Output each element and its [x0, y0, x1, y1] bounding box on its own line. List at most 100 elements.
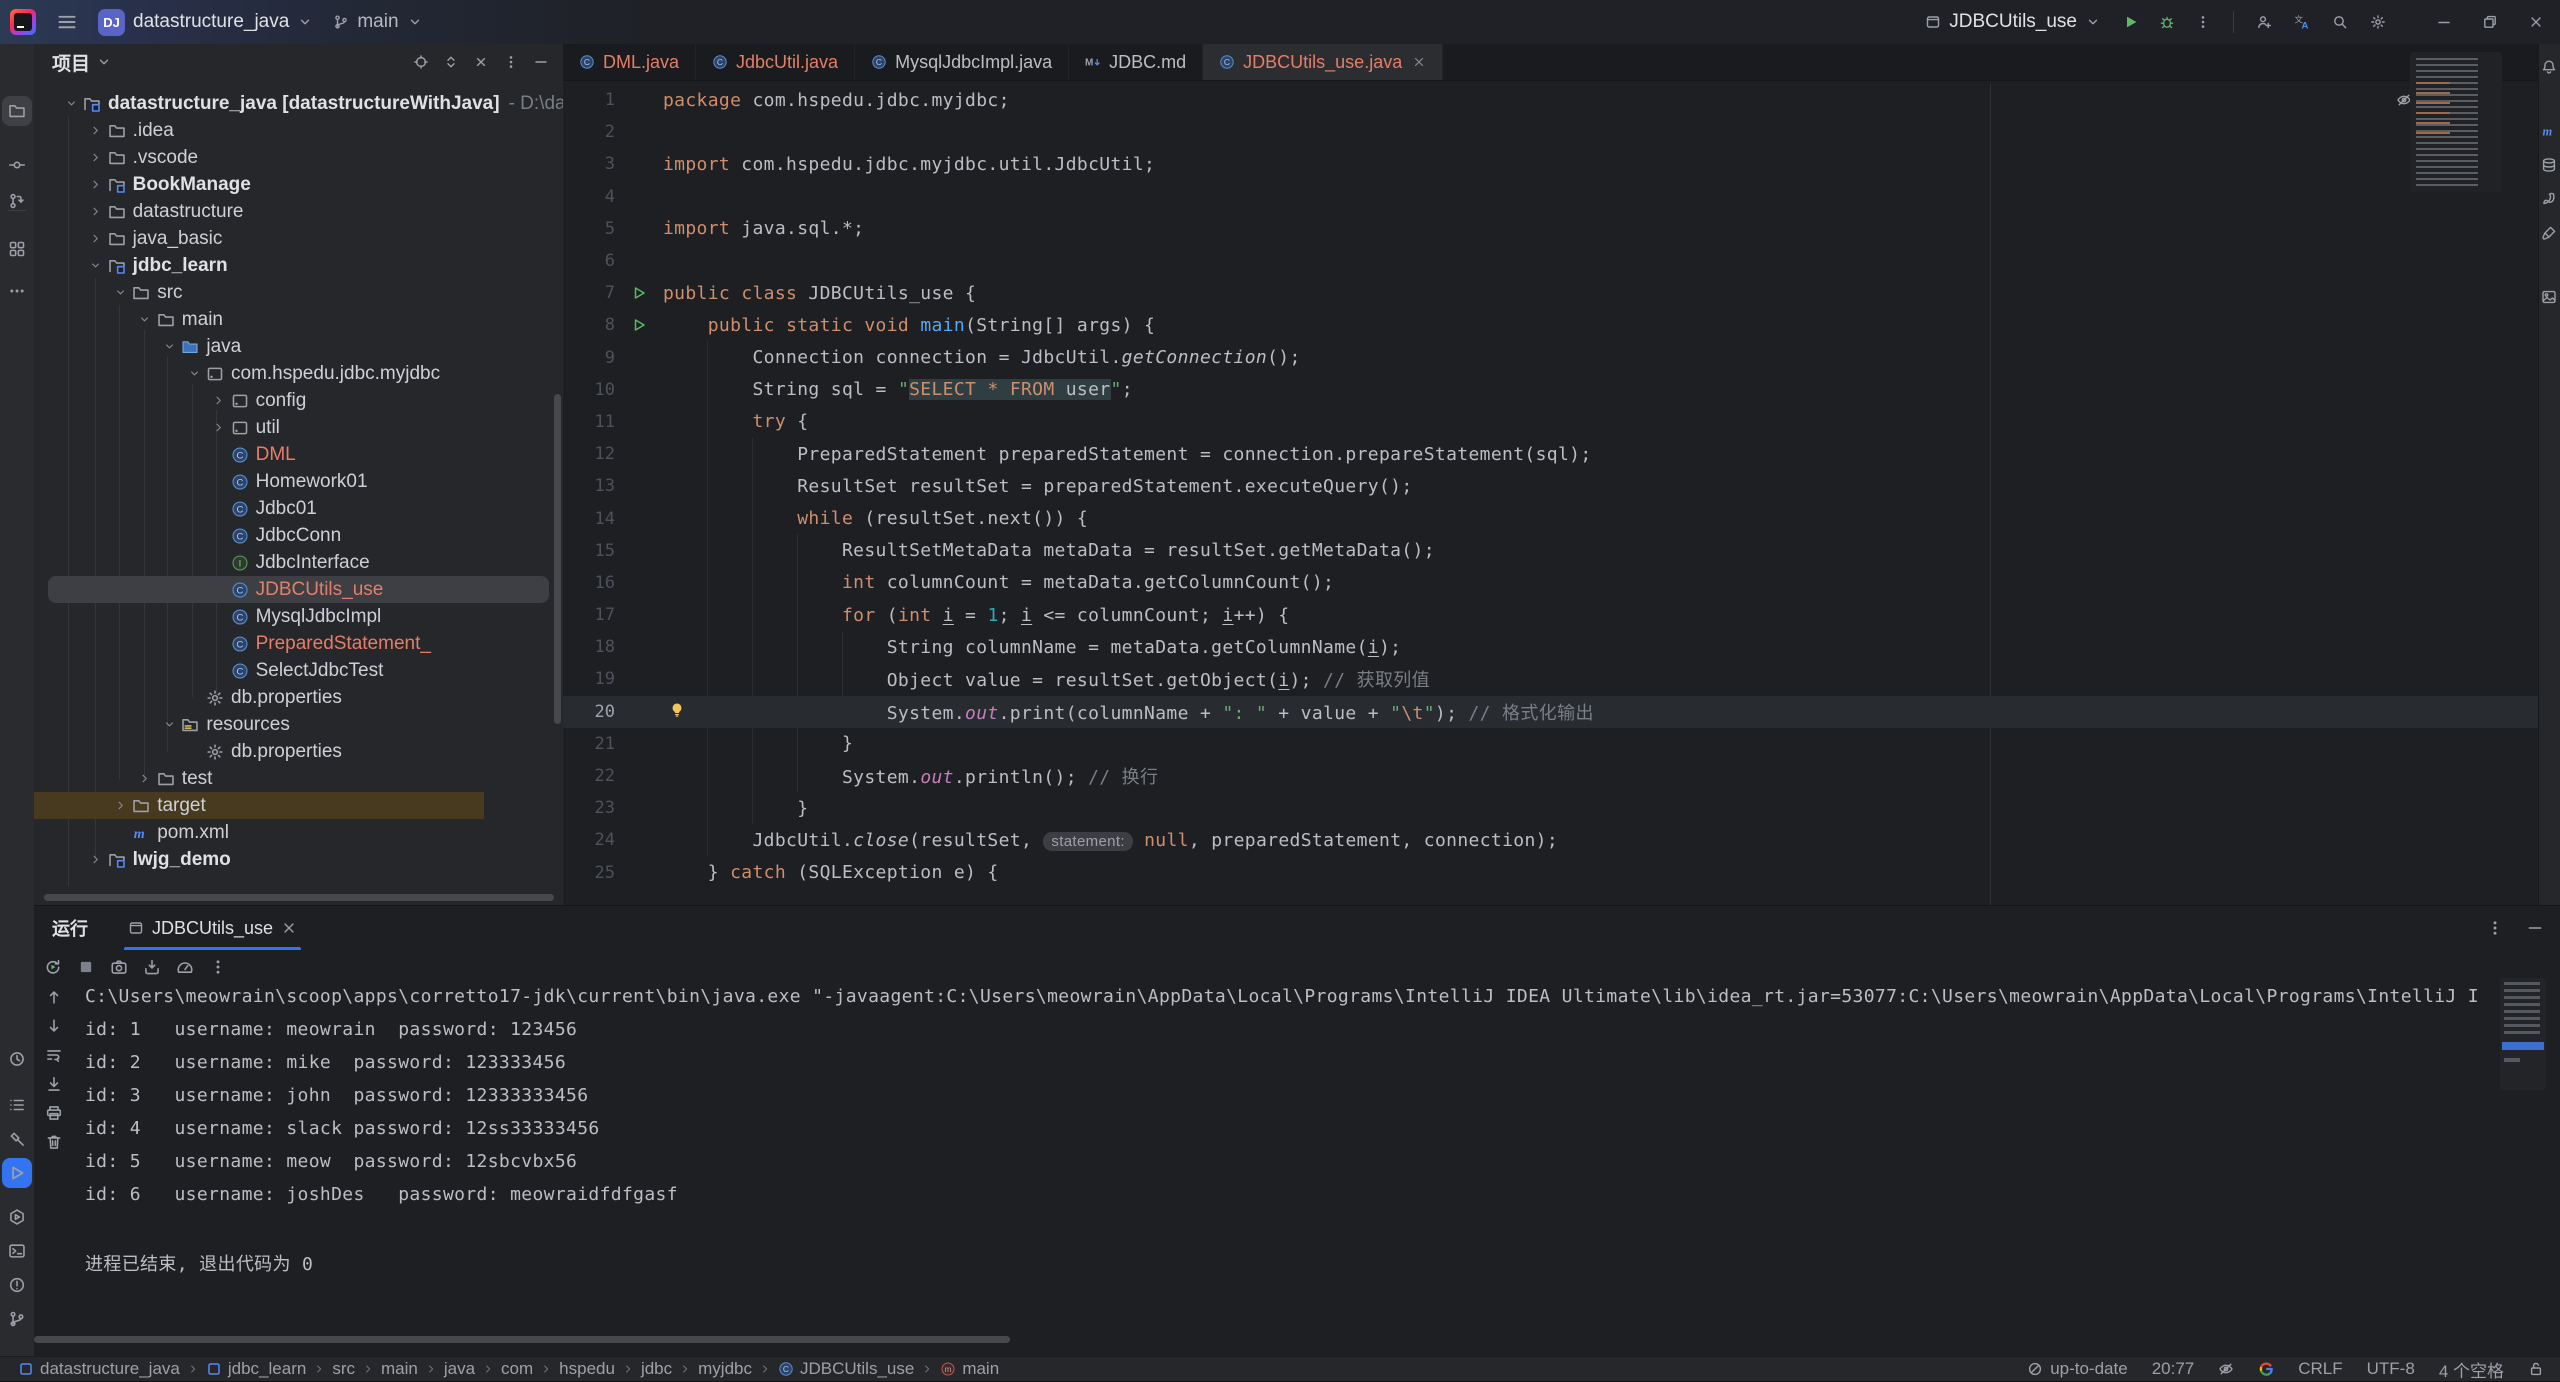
hide-panel-icon[interactable]: [2526, 919, 2544, 937]
editor-tab-JDBCUtils_use.java[interactable]: CJDBCUtils_use.java: [1203, 44, 1443, 80]
status-widget-eye-slash[interactable]: [2218, 1361, 2234, 1377]
tool-stripe-services[interactable]: [2, 1202, 32, 1232]
code-line-5[interactable]: 5import java.sql.*;: [563, 213, 2538, 245]
status-widget-lock[interactable]: [2528, 1361, 2544, 1377]
chevron-down-icon[interactable]: [159, 340, 179, 353]
rerun-icon[interactable]: [44, 958, 62, 976]
tool-stripe-gradle[interactable]: [2538, 188, 2560, 210]
tool-stripe-maven[interactable]: m: [2538, 120, 2560, 142]
more-v-icon[interactable]: [503, 54, 519, 70]
editor-tab-MysqlJdbcImpl.java[interactable]: CMysqlJdbcImpl.java: [855, 44, 1069, 80]
tool-stripe-folder[interactable]: [2, 96, 32, 126]
editor-tab-JDBC.md[interactable]: MJDBC.md: [1069, 44, 1203, 80]
crosshair-icon[interactable]: [413, 54, 429, 70]
tool-stripe-bell[interactable]: [2538, 56, 2560, 78]
trash-icon[interactable]: [45, 1133, 63, 1151]
tree-item-com.hspedu.jdbc.myjdbc[interactable]: com.hspedu.jdbc.myjdbc: [34, 360, 563, 387]
chevron-down-icon[interactable]: [159, 718, 179, 731]
console-horizontal-scrollbar[interactable]: [34, 1336, 1010, 1343]
breadcrumb-java[interactable]: java: [444, 1359, 475, 1379]
tree-item-util[interactable]: util: [34, 414, 563, 441]
chevron-right-icon[interactable]: [86, 124, 106, 137]
tool-stripe-structure[interactable]: [2, 234, 32, 264]
chevron-down-icon[interactable]: [135, 313, 155, 326]
tree-item-Homework01[interactable]: CHomework01: [34, 468, 563, 495]
close-icon[interactable]: [2528, 14, 2544, 30]
tree-item-PreparedStatement_[interactable]: CPreparedStatement_: [34, 630, 563, 657]
code-line-11[interactable]: 11 try {: [563, 406, 2538, 438]
run-gutter-icon[interactable]: [631, 285, 647, 301]
tool-stripe-todo[interactable]: [2, 1090, 32, 1120]
status-widget-20:77[interactable]: 20:77: [2152, 1359, 2195, 1379]
status-widget-UTF-8[interactable]: UTF-8: [2367, 1359, 2415, 1379]
tool-stripe-problems[interactable]: [2, 1270, 32, 1300]
tree-item-db.properties[interactable]: db.properties: [34, 684, 563, 711]
code-line-13[interactable]: 13 ResultSet resultSet = preparedStateme…: [563, 470, 2538, 502]
tool-stripe-image[interactable]: [2538, 286, 2560, 308]
code-line-15[interactable]: 15 ResultSetMetaData metaData = resultSe…: [563, 535, 2538, 567]
status-widget-google[interactable]: [2258, 1361, 2274, 1377]
tree-item-JdbcInterface[interactable]: IJdbcInterface: [34, 549, 563, 576]
up-icon[interactable]: [45, 988, 63, 1006]
tree-item-datastructure_java[interactable]: datastructure_java [datastructureWithJav…: [34, 90, 563, 117]
chevron-right-icon[interactable]: [86, 178, 106, 191]
tree-item-Jdbc01[interactable]: CJdbc01: [34, 495, 563, 522]
code-line-10[interactable]: 10 String sql = "SELECT * FROM user";: [563, 374, 2538, 406]
editor-tab-DML.java[interactable]: CDML.java: [563, 44, 696, 80]
horizontal-scrollbar[interactable]: [44, 894, 554, 901]
code-line-7[interactable]: 7public class JDBCUtils_use {: [563, 277, 2538, 309]
down-icon[interactable]: [45, 1017, 63, 1035]
code-line-23[interactable]: 23 }: [563, 792, 2538, 824]
minimize-icon[interactable]: [2436, 14, 2452, 30]
code-line-14[interactable]: 14 while (resultSet.next()) {: [563, 502, 2538, 534]
tree-item-lwjg_demo[interactable]: lwjg_demo: [34, 846, 563, 873]
vertical-scrollbar[interactable]: [554, 394, 561, 724]
tree-item-datastructure[interactable]: datastructure: [34, 198, 563, 225]
expand-icon[interactable]: [443, 54, 459, 70]
main-menu-icon[interactable]: [56, 11, 78, 33]
code-line-9[interactable]: 9 Connection connection = JdbcUtil.getCo…: [563, 342, 2538, 374]
chevron-right-icon[interactable]: [86, 232, 106, 245]
tool-stripe-history[interactable]: [2, 1044, 32, 1074]
code-line-16[interactable]: 16 int columnCount = metaData.getColumnC…: [563, 567, 2538, 599]
chevron-down-icon[interactable]: [86, 259, 106, 272]
vcs-branch-widget[interactable]: main: [333, 11, 422, 33]
scroll-end-icon[interactable]: [45, 1075, 63, 1093]
code-line-21[interactable]: 21 }: [563, 728, 2538, 760]
more-v-icon[interactable]: [209, 958, 227, 976]
person-add-icon[interactable]: [2256, 14, 2272, 30]
tree-item-java_basic[interactable]: java_basic: [34, 225, 563, 252]
play-icon[interactable]: [2123, 14, 2139, 30]
chevron-down-icon[interactable]: [61, 97, 81, 110]
breadcrumb-com[interactable]: com: [501, 1359, 533, 1379]
tree-item-db.properties[interactable]: db.properties: [34, 738, 563, 765]
gear-icon[interactable]: [2370, 14, 2386, 30]
tool-stripe-database[interactable]: [2538, 154, 2560, 176]
breadcrumb-jdbc_learn[interactable]: jdbc_learn: [206, 1359, 306, 1379]
tool-stripe-more-h[interactable]: [2, 276, 32, 306]
editor-tab-JdbcUtil.java[interactable]: CJdbcUtil.java: [696, 44, 855, 80]
status-widget-CRLF[interactable]: CRLF: [2298, 1359, 2342, 1379]
run-tab[interactable]: JDBCUtils_use: [124, 906, 301, 950]
bug-icon[interactable]: [2159, 14, 2175, 30]
chevron-right-icon[interactable]: [209, 421, 229, 434]
code-line-4[interactable]: 4: [563, 181, 2538, 213]
tool-stripe-terminal[interactable]: [2, 1236, 32, 1266]
project-switcher[interactable]: DJ datastructure_java: [98, 9, 313, 36]
more-v-icon[interactable]: [2195, 14, 2211, 30]
tree-item-main[interactable]: main: [34, 306, 563, 333]
tool-stripe-git-update[interactable]: [2, 186, 32, 216]
tool-stripe-run[interactable]: [2, 1158, 32, 1188]
breadcrumb-datastructure_java[interactable]: datastructure_java: [18, 1359, 180, 1379]
restore-icon[interactable]: [2482, 14, 2498, 30]
tree-item-.idea[interactable]: .idea: [34, 117, 563, 144]
code-line-17[interactable]: 17 for (int i = 1; i <= columnCount; i++…: [563, 599, 2538, 631]
breadcrumb-main[interactable]: main: [381, 1359, 418, 1379]
tree-item-config[interactable]: config: [34, 387, 563, 414]
tool-stripe-hammer[interactable]: [2, 1124, 32, 1154]
translate-icon[interactable]: 文A: [2294, 14, 2310, 30]
tree-item-DML[interactable]: CDML: [34, 441, 563, 468]
chevron-right-icon[interactable]: [209, 394, 229, 407]
code-line-19[interactable]: 19 Object value = resultSet.getObject(i)…: [563, 663, 2538, 695]
code-viewport[interactable]: 1package com.hspedu.jdbc.myjdbc;23import…: [563, 84, 2538, 905]
